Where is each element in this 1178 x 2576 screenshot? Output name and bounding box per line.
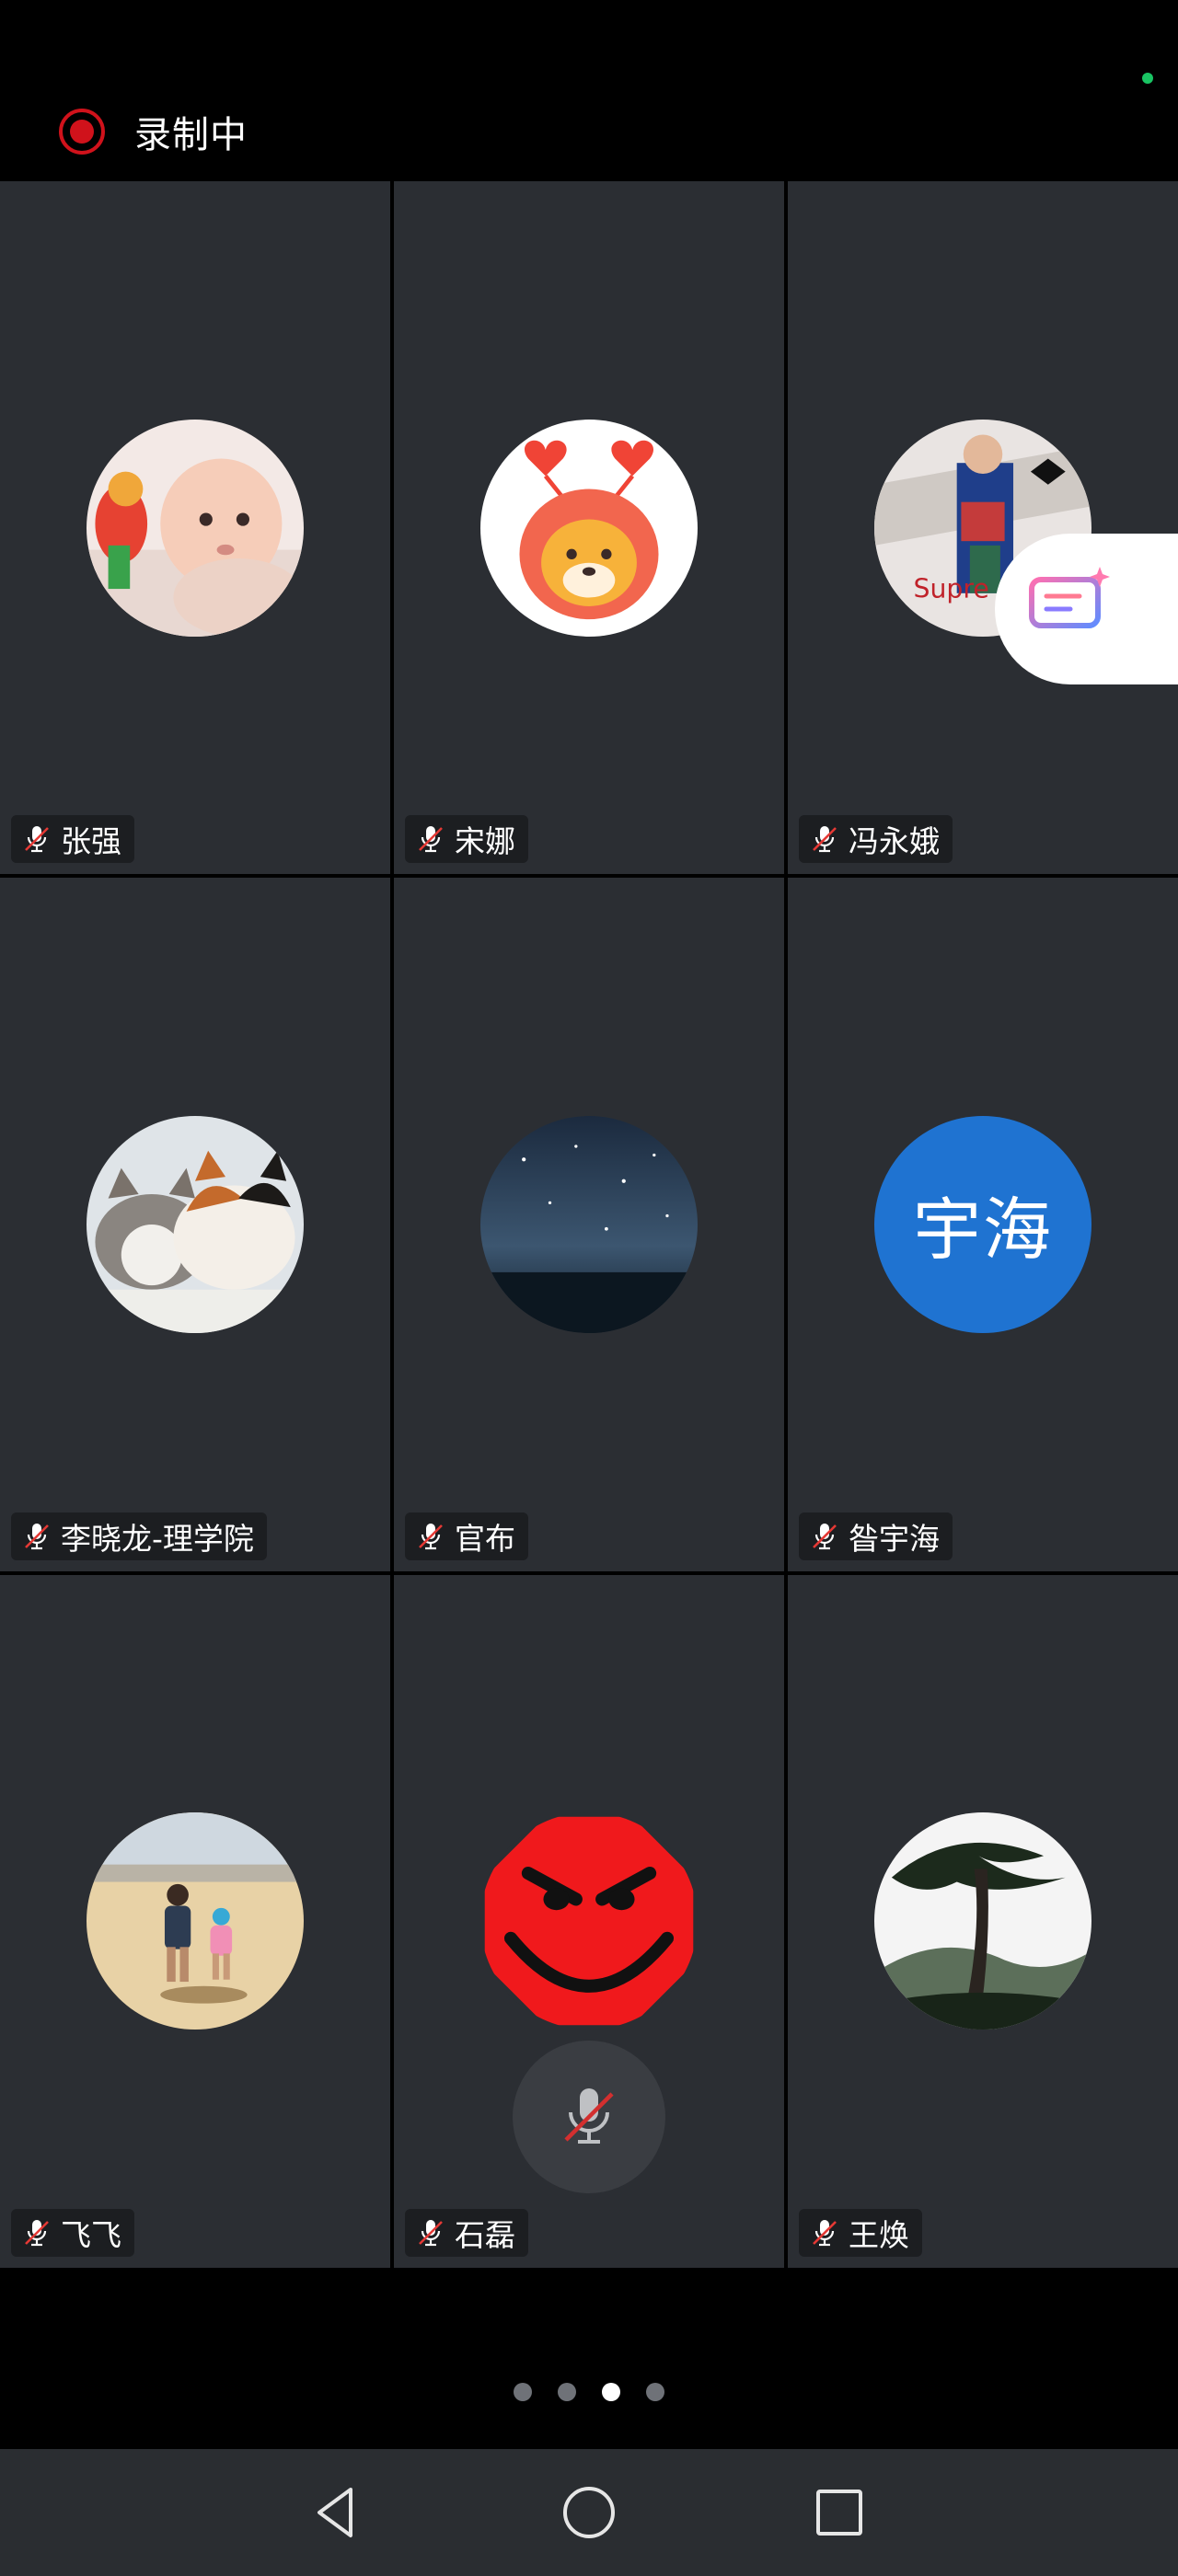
mic-off-icon xyxy=(564,2088,614,2144)
participant-tile[interactable]: 官布 xyxy=(394,878,784,1571)
avatar xyxy=(87,1812,304,2030)
name-tag: 张强 xyxy=(11,815,134,864)
mic-off-icon xyxy=(25,2219,49,2247)
avatar: 宇海 xyxy=(874,1115,1091,1333)
mic-off-icon xyxy=(25,826,49,853)
participant-name: 官布 xyxy=(455,1520,515,1557)
side-float-widget[interactable] xyxy=(995,534,1178,684)
participant-name: 石磊 xyxy=(455,2216,515,2253)
avatar-initials: 宇海 xyxy=(874,1115,1091,1333)
name-tag: 官布 xyxy=(405,1512,528,1560)
participant-name: 张强 xyxy=(61,823,121,860)
mic-off-icon xyxy=(419,1523,443,1549)
participant-name: 李晓龙-理学院 xyxy=(61,1520,254,1557)
name-tag: 宋娜 xyxy=(405,815,528,864)
screen-share-ai-icon xyxy=(1029,567,1110,643)
mute-toggle-button[interactable] xyxy=(513,2041,665,2193)
participant-tile[interactable]: 李晓龙-理学院 xyxy=(0,878,390,1571)
participant-tile[interactable]: Supre 冯永娥 xyxy=(788,181,1178,875)
mic-off-icon xyxy=(419,826,443,853)
mic-off-icon xyxy=(813,1523,837,1549)
page-dot[interactable] xyxy=(558,2383,576,2401)
home-icon xyxy=(563,2487,615,2538)
participant-grid: 张强 宋娜 Supre 冯永娥 李晓龙-理学院 官布 宇海 昝宇海 飞飞 石磊 … xyxy=(0,181,1178,2268)
participant-name: 冯永娥 xyxy=(849,823,940,860)
nav-back-button[interactable] xyxy=(300,2476,374,2549)
recents-icon xyxy=(816,2490,862,2536)
recording-indicator: 录制中 xyxy=(57,106,248,157)
avatar xyxy=(480,1115,698,1333)
page-dot-active[interactable] xyxy=(602,2383,620,2401)
name-tag: 李晓龙-理学院 xyxy=(11,1512,267,1560)
system-nav-bar xyxy=(0,2449,1178,2576)
participant-name: 飞飞 xyxy=(61,2216,121,2253)
status-indicator xyxy=(1142,73,1153,84)
svg-text:Supre: Supre xyxy=(913,573,988,604)
name-tag: 昝宇海 xyxy=(799,1512,953,1560)
mic-off-icon xyxy=(419,2219,443,2247)
participant-tile[interactable]: 宋娜 xyxy=(394,181,784,875)
participant-name: 昝宇海 xyxy=(849,1520,940,1557)
participant-tile[interactable]: 宇海 昝宇海 xyxy=(788,878,1178,1571)
nav-home-button[interactable] xyxy=(552,2476,626,2549)
avatar xyxy=(874,1812,1091,2030)
participant-name: 王焕 xyxy=(849,2216,909,2253)
name-tag: 王焕 xyxy=(799,2208,922,2257)
page-indicator xyxy=(0,2383,1178,2403)
record-icon xyxy=(59,109,105,155)
back-icon xyxy=(318,2488,352,2537)
name-tag: 冯永娥 xyxy=(799,815,953,864)
mic-off-icon xyxy=(813,2219,837,2247)
avatar xyxy=(87,419,304,637)
participant-tile[interactable]: 张强 xyxy=(0,181,390,875)
name-tag: 石磊 xyxy=(405,2208,528,2257)
participant-name: 宋娜 xyxy=(455,823,515,860)
avatar xyxy=(480,1812,698,2030)
avatar xyxy=(87,1115,304,1333)
mic-off-icon xyxy=(25,1523,49,1549)
mic-off-icon xyxy=(813,826,837,853)
page-dot[interactable] xyxy=(646,2383,664,2401)
recording-label: 录制中 xyxy=(134,114,248,156)
page-dot[interactable] xyxy=(514,2383,532,2401)
name-tag: 飞飞 xyxy=(11,2208,134,2257)
participant-tile[interactable]: 飞飞 xyxy=(0,1574,390,2268)
participant-tile[interactable]: 王焕 xyxy=(788,1574,1178,2268)
nav-recents-button[interactable] xyxy=(803,2476,876,2549)
avatar xyxy=(480,419,698,637)
